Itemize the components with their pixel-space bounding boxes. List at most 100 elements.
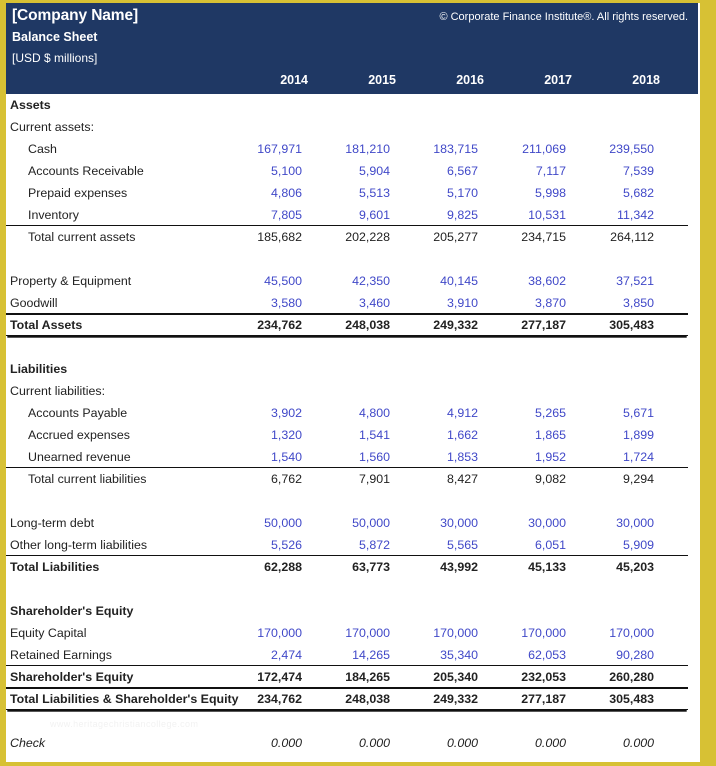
cell-accounts-payable-2018[interactable]: 5,671 [576, 406, 664, 420]
cell-property-equipment-2015[interactable]: 42,350 [312, 274, 400, 288]
cell-accounts-payable-2017[interactable]: 5,265 [488, 406, 576, 420]
table-row: Total current assets 185,682 202,228 205,27… [6, 226, 688, 248]
cell-property-equipment-2014[interactable]: 45,500 [224, 274, 312, 288]
row-label-other-long-term-liab: Other long-term liabilities [10, 537, 148, 552]
cell-cash-2018[interactable]: 239,550 [576, 142, 664, 156]
cell-prepaid-expenses-2015[interactable]: 5,513 [312, 186, 400, 200]
cell-total-current-liab-2016: 8,427 [446, 472, 478, 486]
cell-property-equipment-2018[interactable]: 37,521 [576, 274, 664, 288]
table-row: Shareholder's Equity [6, 600, 688, 622]
cell-property-equipment-2017[interactable]: 38,602 [488, 274, 576, 288]
cell-retained-earnings-2018[interactable]: 90,280 [576, 648, 664, 662]
document-header: [Company Name] © Corporate Finance Insti… [6, 3, 698, 94]
cell-accounts-receivable-2018[interactable]: 7,539 [576, 164, 664, 178]
table-row: Long-term debt 50,000 50,000 30,000 30,000 30… [6, 512, 688, 534]
cell-total-current-assets-2015: 202,228 [345, 230, 390, 244]
cell-cash-2014[interactable]: 167,971 [224, 142, 312, 156]
cell-total-assets-2018: 305,483 [609, 318, 654, 332]
cell-accrued-expenses-2017[interactable]: 1,865 [488, 428, 576, 442]
cell-retained-earnings-2014[interactable]: 2,474 [224, 648, 312, 662]
cell-goodwill-2014[interactable]: 3,580 [224, 296, 312, 310]
cell-accrued-expenses-2016[interactable]: 1,662 [400, 428, 488, 442]
cell-long-term-debt-2015[interactable]: 50,000 [312, 516, 400, 530]
cell-long-term-debt-2014[interactable]: 50,000 [224, 516, 312, 530]
cell-long-term-debt-2016[interactable]: 30,000 [400, 516, 488, 530]
cell-accounts-payable-2016[interactable]: 4,912 [400, 406, 488, 420]
row-label-unearned-revenue: Unearned revenue [28, 449, 131, 464]
row-label-check: Check [10, 736, 46, 750]
cell-accounts-payable-2015[interactable]: 4,800 [312, 406, 400, 420]
cell-accrued-expenses-2014[interactable]: 1,320 [224, 428, 312, 442]
cell-accrued-expenses-2015[interactable]: 1,541 [312, 428, 400, 442]
cell-total-liab-and-equity-2017: 277,187 [521, 692, 566, 706]
cell-accounts-receivable-2014[interactable]: 5,100 [224, 164, 312, 178]
cell-accrued-expenses-2018[interactable]: 1,899 [576, 428, 664, 442]
cell-check-2018: 0.000 [622, 736, 654, 750]
cell-prepaid-expenses-2014[interactable]: 4,806 [224, 186, 312, 200]
cell-long-term-debt-2017[interactable]: 30,000 [488, 516, 576, 530]
cell-goodwill-2018[interactable]: 3,850 [576, 296, 664, 310]
row-label-inventory: Inventory [28, 207, 79, 222]
balance-sheet-document: [Company Name] © Corporate Finance Insti… [0, 0, 716, 766]
cell-goodwill-2015[interactable]: 3,460 [312, 296, 400, 310]
cell-retained-earnings-2017[interactable]: 62,053 [488, 648, 576, 662]
cell-equity-capital-2018[interactable]: 170,000 [576, 626, 664, 640]
cell-inventory-2017[interactable]: 10,531 [488, 208, 576, 222]
cell-prepaid-expenses-2017[interactable]: 5,998 [488, 186, 576, 200]
cell-inventory-2015[interactable]: 9,601 [312, 208, 400, 222]
cell-prepaid-expenses-2018[interactable]: 5,682 [576, 186, 664, 200]
cell-other-long-term-liab-2016[interactable]: 5,565 [400, 538, 488, 552]
row-label-total-liab-and-equity: Total Liabilities & Shareholder's Equity [10, 692, 239, 706]
year-column-headers: 2014 2015 2016 2017 2018 [12, 71, 688, 89]
cell-cash-2016[interactable]: 183,715 [400, 142, 488, 156]
table-row: Current liabilities: [6, 380, 688, 402]
cell-inventory-2016[interactable]: 9,825 [400, 208, 488, 222]
cell-long-term-debt-2018[interactable]: 30,000 [576, 516, 664, 530]
cell-prepaid-expenses-2016[interactable]: 5,170 [400, 186, 488, 200]
cell-other-long-term-liab-2018[interactable]: 5,909 [576, 538, 664, 552]
row-label-current-liab-head: Current liabilities: [10, 384, 106, 398]
cell-check-2017: 0.000 [534, 736, 566, 750]
cell-unearned-revenue-2016[interactable]: 1,853 [400, 450, 488, 464]
cell-retained-earnings-2015[interactable]: 14,265 [312, 648, 400, 662]
table-row: Prepaid expenses 4,806 5,513 5,170 5,998 5,68… [6, 182, 688, 204]
cell-unearned-revenue-2018[interactable]: 1,724 [576, 450, 664, 464]
cell-unearned-revenue-2014[interactable]: 1,540 [224, 450, 312, 464]
row-label-assets-head: Assets [10, 98, 51, 112]
cell-total-liabilities-2017: 45,133 [528, 560, 566, 574]
table-row: Property & Equipment 45,500 42,350 40,145 38… [6, 270, 688, 292]
cell-other-long-term-liab-2014[interactable]: 5,526 [224, 538, 312, 552]
table-row: Inventory 7,805 9,601 9,825 10,531 11,342 [6, 204, 688, 226]
cell-retained-earnings-2016[interactable]: 35,340 [400, 648, 488, 662]
cell-goodwill-2017[interactable]: 3,870 [488, 296, 576, 310]
cell-equity-capital-2014[interactable]: 170,000 [224, 626, 312, 640]
cell-equity-capital-2016[interactable]: 170,000 [400, 626, 488, 640]
column-header-year-2017: 2017 [544, 73, 572, 87]
cell-accounts-receivable-2015[interactable]: 5,904 [312, 164, 400, 178]
cell-shareholders-equity-2017: 232,053 [521, 669, 566, 684]
table-row: Other long-term liabilities 5,526 5,872 5,5… [6, 534, 688, 556]
cell-inventory-2014[interactable]: 7,805 [224, 208, 312, 222]
cell-equity-capital-2015[interactable]: 170,000 [312, 626, 400, 640]
cell-total-liabilities-2014: 62,288 [264, 560, 302, 574]
cell-accounts-payable-2014[interactable]: 3,902 [224, 406, 312, 420]
cell-accounts-receivable-2017[interactable]: 7,117 [488, 164, 576, 178]
row-label-total-current-liab: Total current liabilities [28, 472, 147, 486]
cell-other-long-term-liab-2015[interactable]: 5,872 [312, 538, 400, 552]
table-row: Accrued expenses 1,320 1,541 1,662 1,865 1,89… [6, 424, 688, 446]
cell-total-current-assets-2017: 234,715 [521, 230, 566, 244]
cell-unearned-revenue-2015[interactable]: 1,560 [312, 450, 400, 464]
row-label-accounts-payable: Accounts Payable [28, 406, 128, 420]
cell-cash-2017[interactable]: 211,069 [488, 142, 576, 156]
cell-inventory-2018[interactable]: 11,342 [576, 208, 664, 222]
cell-total-assets-2015: 248,038 [345, 318, 390, 332]
cell-unearned-revenue-2017[interactable]: 1,952 [488, 450, 576, 464]
row-spacer [6, 710, 688, 732]
cell-goodwill-2016[interactable]: 3,910 [400, 296, 488, 310]
cell-property-equipment-2016[interactable]: 40,145 [400, 274, 488, 288]
cell-shareholders-equity-2018: 260,280 [609, 669, 654, 684]
cell-accounts-receivable-2016[interactable]: 6,567 [400, 164, 488, 178]
cell-other-long-term-liab-2017[interactable]: 6,051 [488, 538, 576, 552]
cell-cash-2015[interactable]: 181,210 [312, 142, 400, 156]
cell-equity-capital-2017[interactable]: 170,000 [488, 626, 576, 640]
